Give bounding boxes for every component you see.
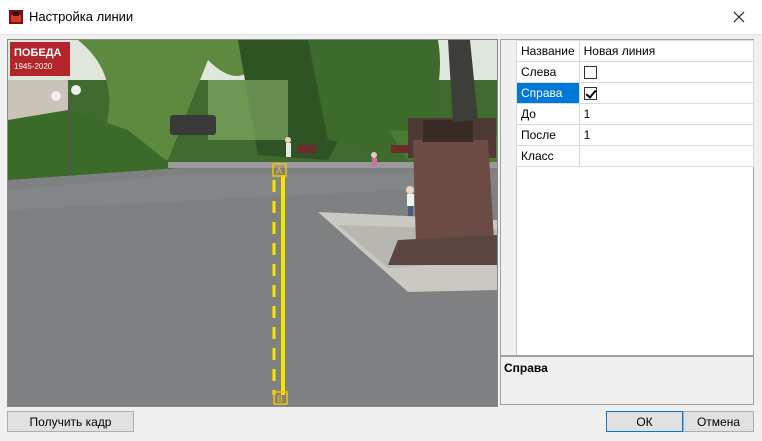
property-row-right[interactable]: Справа [516, 82, 755, 104]
property-value-before[interactable]: 1 [578, 103, 755, 125]
window-title: Настройка линии [29, 9, 134, 24]
line-point-a-label: A [276, 166, 282, 176]
property-description-title: Справа [504, 361, 548, 375]
cancel-button[interactable]: Отмена [683, 411, 754, 432]
property-value-after[interactable]: 1 [578, 124, 755, 146]
camera-frame[interactable]: ПОБЕДА 1945-2020 A B [7, 39, 498, 407]
property-value-left[interactable] [578, 61, 755, 83]
property-table: Название Новая линия Слева Справа До 1 П… [516, 40, 755, 167]
banner-years: 1945-2020 [14, 62, 53, 71]
app-icon [9, 10, 23, 24]
property-row-left[interactable]: Слева [516, 61, 755, 83]
line-point-b-label: B [277, 394, 283, 404]
property-row-after[interactable]: После 1 [516, 124, 755, 146]
property-label: Класс [516, 145, 580, 167]
property-label: Название [516, 40, 580, 62]
property-value-right[interactable] [578, 82, 755, 104]
property-value-name[interactable]: Новая линия [578, 40, 755, 62]
left-checkbox[interactable] [583, 66, 597, 80]
property-row-class[interactable]: Класс [516, 145, 755, 167]
title-bar: Настройка линии [0, 0, 762, 35]
close-icon [733, 11, 745, 23]
property-grid-gutter [501, 40, 517, 355]
close-button[interactable] [716, 0, 762, 34]
property-description: Справа [500, 356, 754, 405]
property-row-name[interactable]: Название Новая линия [516, 40, 755, 62]
property-label: После [516, 124, 580, 146]
ok-button[interactable]: ОК [606, 411, 683, 432]
get-frame-button[interactable]: Получить кадр [7, 411, 134, 432]
property-label: До [516, 103, 580, 125]
property-grid[interactable]: Название Новая линия Слева Справа До 1 П… [500, 39, 755, 356]
banner-title: ПОБЕДА [14, 47, 62, 59]
property-row-before[interactable]: До 1 [516, 103, 755, 125]
right-checkbox[interactable] [583, 87, 597, 101]
property-label: Справа [516, 82, 580, 104]
property-label: Слева [516, 61, 580, 83]
property-value-class[interactable] [578, 145, 755, 167]
